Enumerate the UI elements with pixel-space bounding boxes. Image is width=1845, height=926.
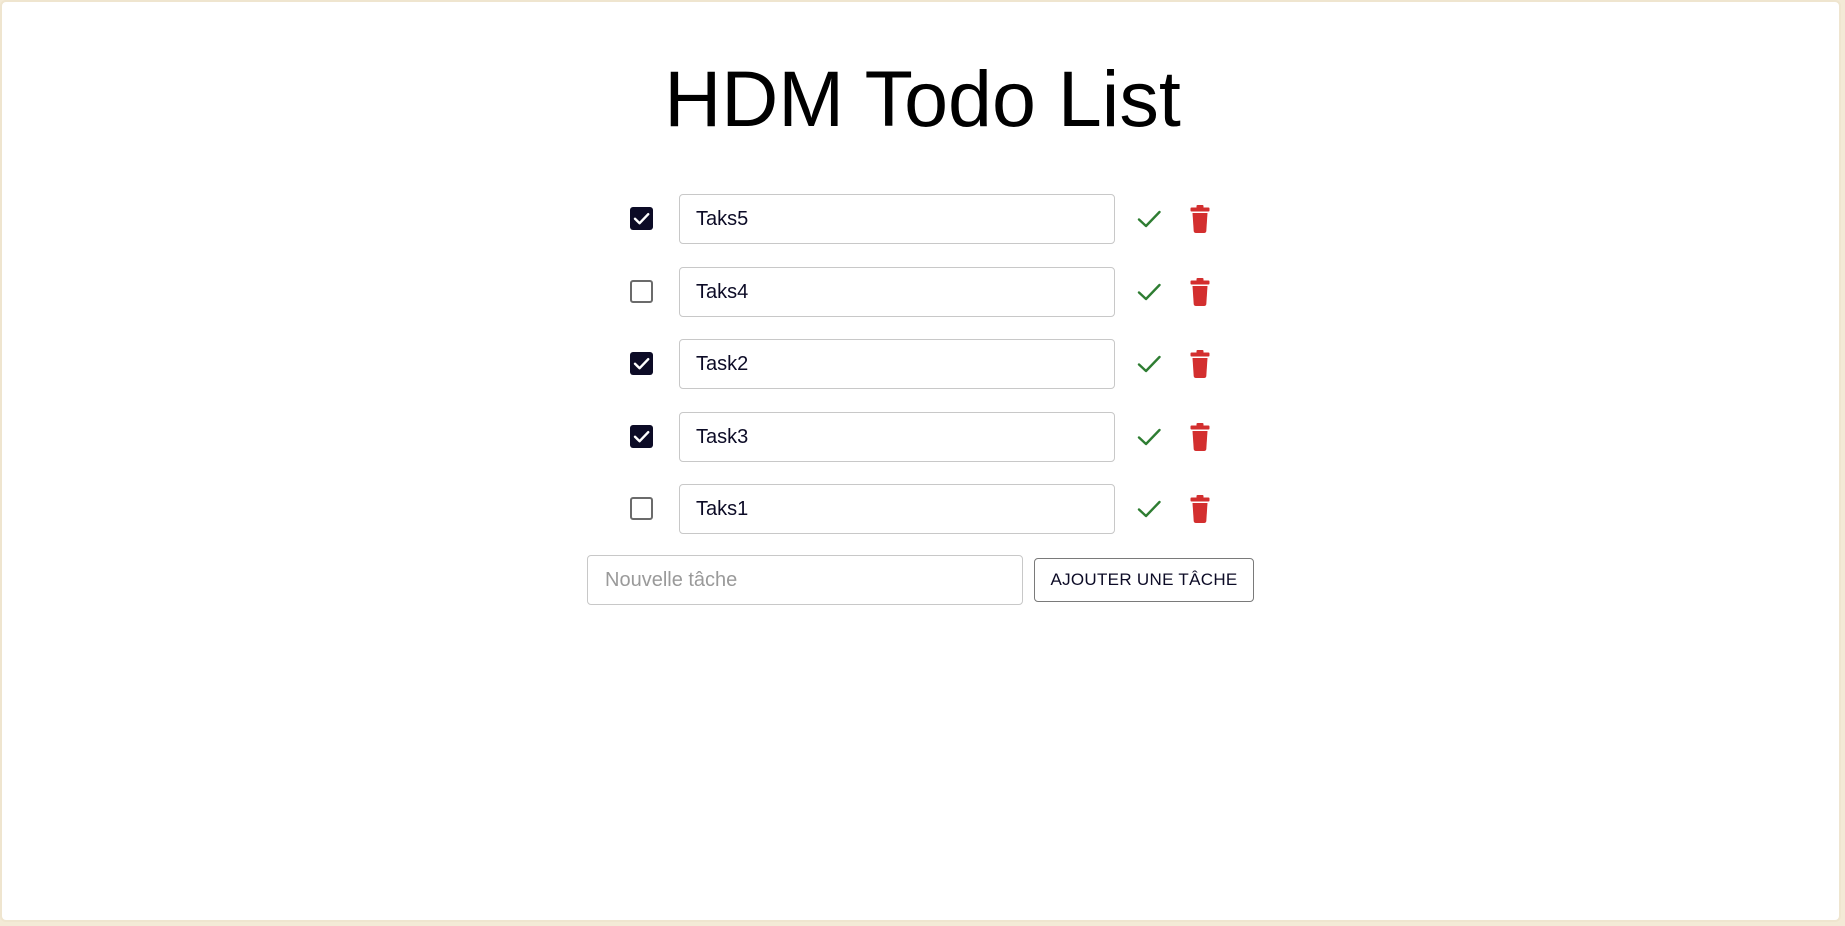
delete-button[interactable] <box>1186 203 1214 235</box>
task-input[interactable] <box>679 267 1115 317</box>
check-icon <box>1137 428 1161 446</box>
delete-button[interactable] <box>1186 348 1214 380</box>
app-window: HDM Todo List Taks5 Taks4 Task2 Task3 Ta… <box>0 0 1841 922</box>
checkbox-checked-icon <box>633 358 650 370</box>
task-input[interactable] <box>679 412 1115 462</box>
task-input[interactable] <box>679 339 1115 389</box>
check-icon <box>1137 210 1161 228</box>
confirm-button[interactable] <box>1135 423 1163 451</box>
new-task-input[interactable] <box>587 555 1023 605</box>
task-checkbox[interactable] <box>630 352 653 375</box>
trash-icon <box>1190 350 1210 378</box>
todo-item <box>625 193 1225 245</box>
todo-item <box>625 266 1225 318</box>
confirm-button[interactable] <box>1135 350 1163 378</box>
trash-icon <box>1190 495 1210 523</box>
check-icon <box>1137 283 1161 301</box>
check-icon <box>1137 355 1161 373</box>
task-input[interactable] <box>679 194 1115 244</box>
task-checkbox[interactable] <box>630 280 653 303</box>
task-checkbox[interactable] <box>630 425 653 448</box>
trash-icon <box>1190 278 1210 306</box>
add-task-button[interactable]: AJOUTER UNE TÂCHE <box>1034 558 1254 602</box>
todo-item <box>625 483 1225 535</box>
todo-item <box>625 411 1225 463</box>
confirm-button[interactable] <box>1135 278 1163 306</box>
check-icon <box>1137 500 1161 518</box>
task-checkbox[interactable] <box>630 497 653 520</box>
trash-icon <box>1190 423 1210 451</box>
todo-list <box>2 2 1839 920</box>
delete-button[interactable] <box>1186 421 1214 453</box>
trash-icon <box>1190 205 1210 233</box>
checkbox-checked-icon <box>633 213 650 225</box>
confirm-button[interactable] <box>1135 205 1163 233</box>
task-checkbox[interactable] <box>630 207 653 230</box>
delete-button[interactable] <box>1186 276 1214 308</box>
confirm-button[interactable] <box>1135 495 1163 523</box>
checkbox-checked-icon <box>633 431 650 443</box>
delete-button[interactable] <box>1186 493 1214 525</box>
todo-item <box>625 338 1225 390</box>
task-input[interactable] <box>679 484 1115 534</box>
